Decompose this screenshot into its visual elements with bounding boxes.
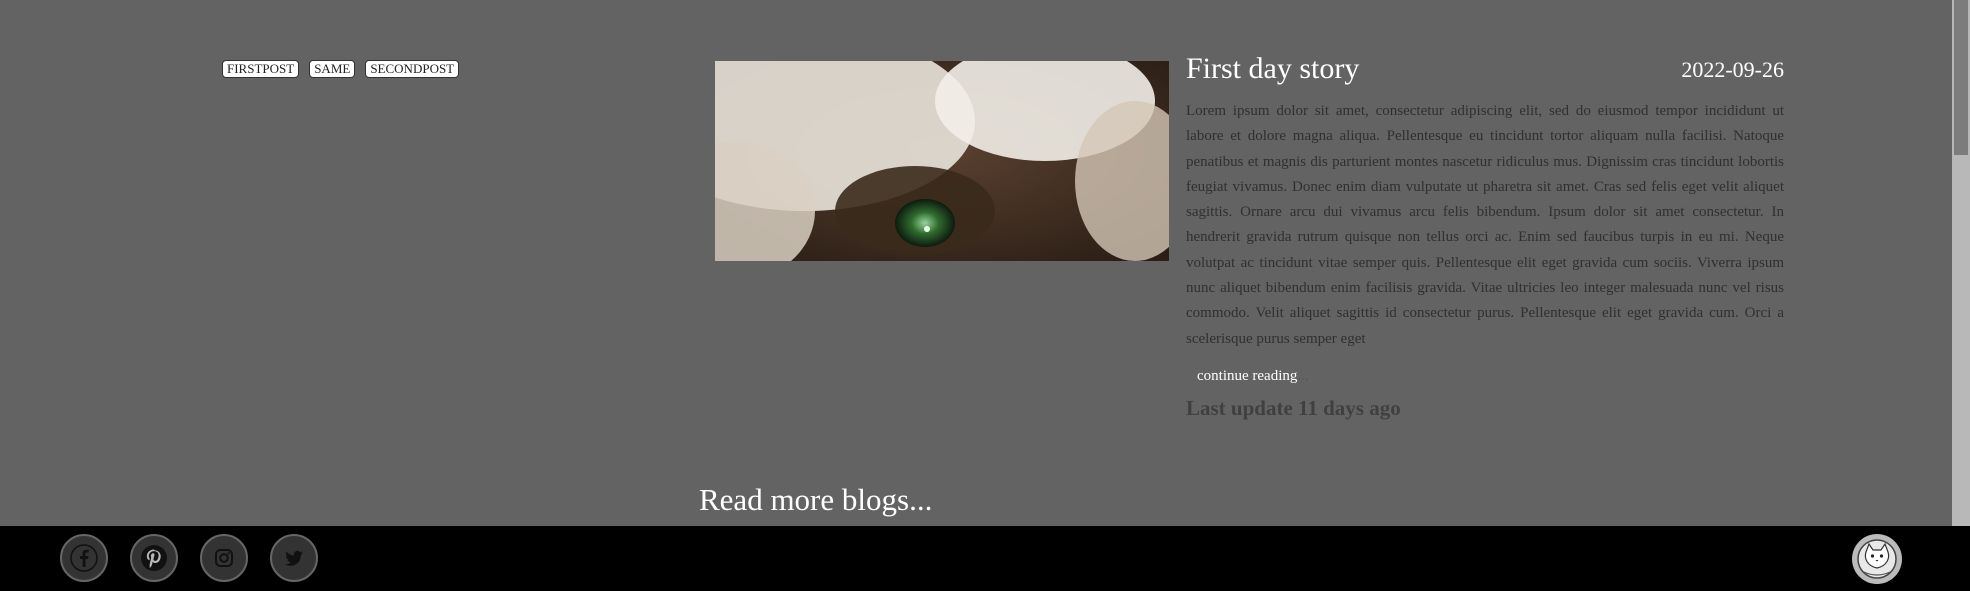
continue-reading-label: continue reading [1197, 368, 1298, 384]
facebook-icon[interactable] [60, 534, 108, 582]
tag-list: FIRSTPOST SAME SECONDPOST [222, 60, 460, 78]
tag-secondpost[interactable]: SECONDPOST [365, 60, 460, 78]
scrollbar[interactable] [1952, 0, 1970, 526]
continue-reading-ellipsis: ... [1297, 368, 1309, 384]
instagram-icon[interactable] [200, 534, 248, 582]
scrollbar-thumb[interactable] [1954, 0, 1968, 155]
twitter-icon[interactable] [270, 534, 318, 582]
post-excerpt: Lorem ipsum dolor sit amet, consectetur … [1186, 103, 1784, 347]
tag-firstpost[interactable]: FIRSTPOST [222, 60, 300, 78]
pinterest-icon[interactable] [130, 534, 178, 582]
last-update-text: Last update 11 days ago [1186, 396, 1401, 420]
post-date: 2022-09-26 [1681, 57, 1784, 82]
continue-reading-link[interactable]: continue reading... [1186, 368, 1309, 385]
post-title: First day story [1186, 52, 1360, 85]
post-image [715, 61, 1169, 261]
read-more-blogs-link[interactable]: Read more blogs... [699, 482, 932, 518]
tag-same[interactable]: SAME [309, 60, 356, 78]
footer [0, 526, 1970, 591]
cat-logo-icon[interactable] [1852, 534, 1902, 584]
